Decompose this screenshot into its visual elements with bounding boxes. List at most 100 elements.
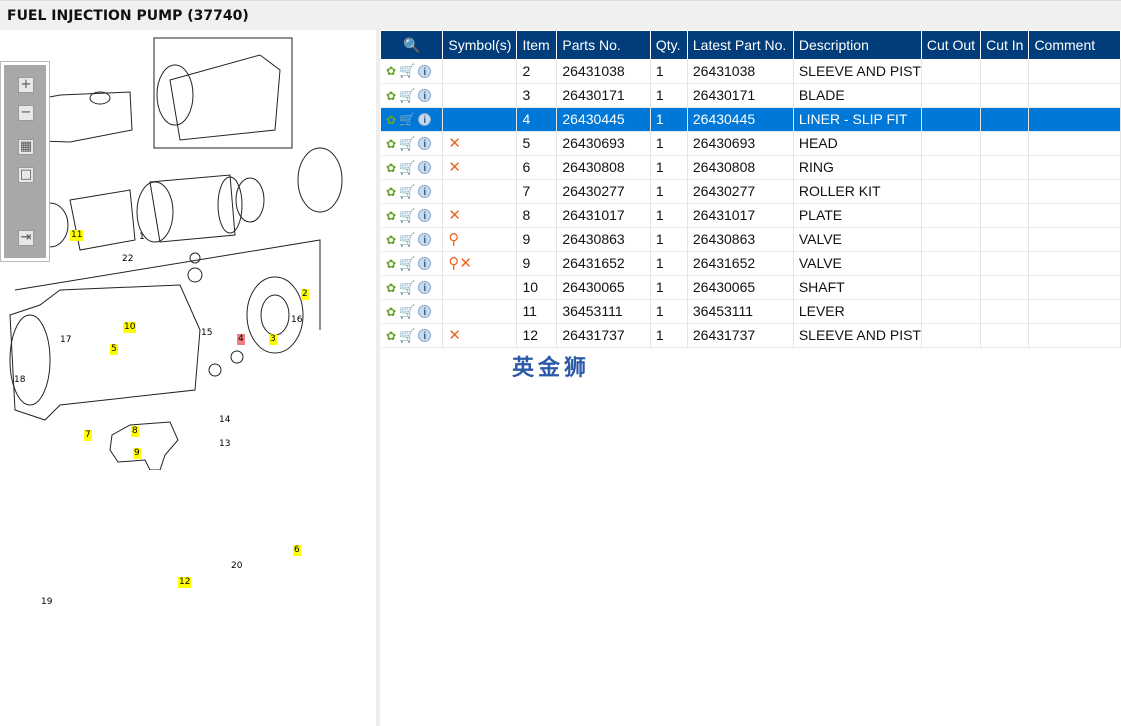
latest-part-cell: 26430863	[687, 227, 794, 252]
actual-size-button[interactable]: □	[18, 167, 34, 183]
cart-icon[interactable]: 🛒	[399, 63, 415, 79]
column-header[interactable]: Qty.	[650, 31, 688, 59]
gear-icon[interactable]: ✿	[386, 137, 396, 151]
callout-label: 16	[291, 315, 303, 325]
cart-icon[interactable]: 🛒	[399, 256, 415, 272]
comment-cell	[1028, 155, 1121, 180]
column-header[interactable]: Description	[793, 31, 922, 59]
comment-cell	[1028, 299, 1121, 324]
exploded-diagram[interactable]	[0, 30, 376, 470]
symbols-cell: ✕	[442, 131, 518, 156]
cart-icon[interactable]: 🛒	[399, 184, 415, 200]
table-row[interactable]: ✿ 🛒 i 2 26431038 1 26431038 SLEEVE AND PIS…	[381, 59, 1121, 84]
table-row[interactable]: ✿ 🛒 i ⚲✕ 9 26431652 1 26431652 VALVE	[381, 251, 1121, 276]
callout-label[interactable]: 4	[237, 334, 245, 345]
table-row[interactable]: ✿ 🛒 i ✕ 8 26431017 1 26431017 PLATE	[381, 203, 1121, 228]
diagram-pane[interactable]: + − ▦ □ ⇥ 11 22 1 2 10 15 4 3 16 17 5 18 14 7 8 9 13 6 20 1…	[0, 30, 376, 726]
info-icon[interactable]: i	[418, 113, 432, 127]
row-actions: ✿ 🛒 i	[381, 107, 444, 132]
cart-icon[interactable]: 🛒	[399, 112, 415, 128]
column-header[interactable]: Cut In	[980, 31, 1030, 59]
info-icon[interactable]: i	[418, 209, 432, 223]
parts-table: 🔍 Symbol(s) Item Parts No. Qty. Latest Part N…	[381, 31, 1121, 348]
symbols-cell: ✕	[442, 323, 518, 348]
callout-label[interactable]: 9	[133, 448, 141, 459]
gear-icon[interactable]: ✿	[386, 64, 396, 78]
qty-cell: 1	[650, 227, 688, 252]
callout-label[interactable]: 10	[123, 322, 137, 333]
info-icon[interactable]: i	[418, 329, 432, 343]
cut-out-cell	[921, 203, 982, 228]
cart-icon[interactable]: 🛒	[399, 328, 415, 344]
column-header[interactable]: Latest Part No.	[687, 31, 794, 59]
zoom-out-button[interactable]: −	[18, 105, 34, 121]
info-icon[interactable]: i	[418, 305, 432, 319]
callout-label[interactable]: 11	[70, 230, 84, 241]
latest-part-cell: 26430065	[687, 275, 794, 300]
table-row[interactable]: ✿ 🛒 i 3 26430171 1 26430171 BLADE	[381, 83, 1121, 108]
cart-icon[interactable]: 🛒	[399, 208, 415, 224]
callout-label[interactable]: 3	[269, 334, 277, 345]
export-button[interactable]: ⇥	[18, 230, 34, 246]
description-cell: PLATE	[793, 203, 922, 228]
table-row[interactable]: ✿ 🛒 i ✕ 12 26431737 1 26431737 SLEEVE AND …	[381, 323, 1121, 348]
info-icon[interactable]: i	[418, 64, 432, 78]
table-row[interactable]: ✿ 🛒 i ⚲ 9 26430863 1 26430863 VALVE	[381, 227, 1121, 252]
info-icon[interactable]: i	[418, 137, 432, 151]
callout-label[interactable]: 8	[131, 426, 139, 437]
gear-icon[interactable]: ✿	[386, 329, 396, 343]
cart-icon[interactable]: 🛒	[399, 88, 415, 104]
cart-icon[interactable]: 🛒	[399, 136, 415, 152]
table-row[interactable]: ✿ 🛒 i ✕ 6 26430808 1 26430808 RING	[381, 155, 1121, 180]
info-icon[interactable]: i	[418, 185, 432, 199]
table-row[interactable]: ✿ 🛒 i 11 36453111 1 36453111 LEVER	[381, 299, 1121, 324]
column-header[interactable]: Comment	[1028, 31, 1121, 59]
callout-label[interactable]: 2	[301, 289, 309, 300]
column-header[interactable]: Parts No.	[556, 31, 651, 59]
qty-cell: 1	[650, 203, 688, 228]
cart-icon[interactable]: 🛒	[399, 160, 415, 176]
table-row[interactable]: ✿ 🛒 i 7 26430277 1 26430277 ROLLER KIT	[381, 179, 1121, 204]
callout-label[interactable]: 7	[84, 430, 92, 441]
pane-splitter[interactable]	[376, 30, 380, 726]
gear-icon[interactable]: ✿	[386, 89, 396, 103]
latest-part-cell: 26430277	[687, 179, 794, 204]
info-icon[interactable]: i	[418, 281, 432, 295]
cart-icon[interactable]: 🛒	[399, 232, 415, 248]
column-header[interactable]: Cut Out	[921, 31, 982, 59]
gear-icon[interactable]: ✿	[386, 281, 396, 295]
part-number-cell: 26430863	[556, 227, 651, 252]
callout-label[interactable]: 5	[110, 344, 118, 355]
table-row[interactable]: ✿ 🛒 i 4 26430445 1 26430445 LINER - SLIP F…	[381, 107, 1121, 132]
info-icon[interactable]: i	[418, 89, 432, 103]
diagram-toolbar: + − ▦ □ ⇥	[0, 61, 50, 262]
gear-icon[interactable]: ✿	[386, 257, 396, 271]
gear-icon[interactable]: ✿	[386, 233, 396, 247]
zoom-in-button[interactable]: +	[18, 77, 34, 93]
symbols-cell	[442, 179, 518, 204]
item-cell: 5	[516, 131, 558, 156]
gear-icon[interactable]: ✿	[386, 161, 396, 175]
fit-view-button[interactable]: ▦	[18, 139, 34, 155]
gear-icon[interactable]: ✿	[386, 113, 396, 127]
comment-cell	[1028, 251, 1121, 276]
info-icon[interactable]: i	[418, 161, 432, 175]
callout-label[interactable]: 12	[178, 577, 192, 588]
header-search-icon[interactable]: 🔍	[381, 31, 444, 59]
table-row[interactable]: ✿ 🛒 i 10 26430065 1 26430065 SHAFT	[381, 275, 1121, 300]
gear-icon[interactable]: ✿	[386, 209, 396, 223]
gear-icon[interactable]: ✿	[386, 185, 396, 199]
table-row[interactable]: ✿ 🛒 i ✕ 5 26430693 1 26430693 HEAD	[381, 131, 1121, 156]
column-header[interactable]: Item	[516, 31, 558, 59]
gear-icon[interactable]: ✿	[386, 305, 396, 319]
callout-label[interactable]: 6	[293, 545, 301, 556]
item-cell: 4	[516, 107, 558, 132]
info-icon[interactable]: i	[418, 257, 432, 271]
info-icon[interactable]: i	[418, 233, 432, 247]
description-cell: LINER - SLIP FIT	[793, 107, 922, 132]
part-number-cell: 26431038	[556, 59, 651, 84]
cart-icon[interactable]: 🛒	[399, 280, 415, 296]
row-actions: ✿ 🛒 i	[381, 275, 444, 300]
column-header[interactable]: Symbol(s)	[442, 31, 518, 59]
cart-icon[interactable]: 🛒	[399, 304, 415, 320]
